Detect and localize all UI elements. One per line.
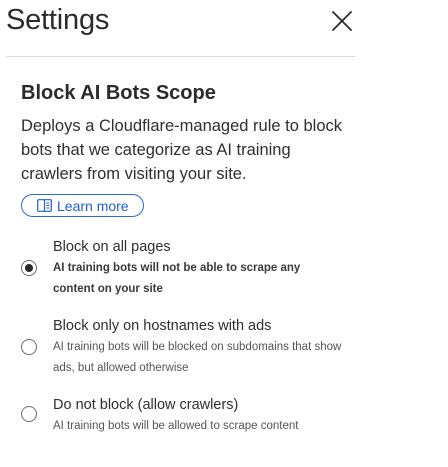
book-icon [37, 199, 52, 212]
option-label: Do not block (allow crawlers) [53, 397, 239, 413]
radio-all-pages[interactable] [21, 260, 37, 276]
scope-option-do-not-block[interactable]: Do not block (allow crawlers) AI trainin… [20, 396, 350, 438]
learn-more-button[interactable]: Learn more [21, 194, 144, 217]
scope-option-hostnames-with-ads[interactable]: Block only on hostnames with ads AI trai… [20, 317, 350, 379]
header-divider [6, 56, 355, 57]
option-description: AI training bots will be allowed to scra… [53, 420, 299, 432]
section-description: Deploys a Cloudflare-managed rule to blo… [21, 117, 343, 183]
settings-panel: Settings Block AI Bots Scope Deploys a C… [0, 0, 448, 467]
radio-hostnames-with-ads[interactable] [21, 339, 37, 355]
radio-do-not-block[interactable] [21, 406, 37, 422]
option-label: Block on all pages [53, 239, 171, 255]
learn-more-label: Learn more [57, 197, 129, 214]
page-title: Settings [6, 4, 110, 36]
option-description: AI training bots will be blocked on subd… [53, 341, 342, 374]
option-label: Block only on hostnames with ads [53, 318, 272, 334]
close-button[interactable] [328, 7, 356, 35]
close-icon [332, 11, 352, 31]
option-description: AI training bots will not be able to scr… [53, 262, 301, 295]
scope-option-all-pages[interactable]: Block on all pages AI training bots will… [20, 238, 350, 300]
section-title: Block AI Bots Scope [21, 82, 216, 104]
